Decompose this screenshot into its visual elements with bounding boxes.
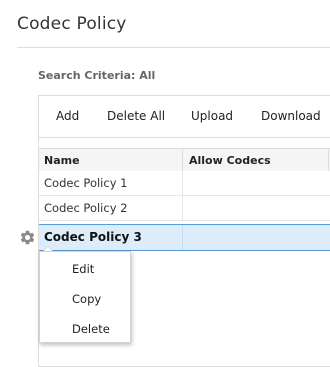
menu-caret xyxy=(44,247,52,251)
delete-all-button[interactable]: Delete All xyxy=(107,109,165,123)
column-divider xyxy=(182,225,183,250)
menu-item-delete[interactable]: Delete xyxy=(40,314,130,342)
menu-item-copy[interactable]: Copy xyxy=(40,284,130,312)
column-divider xyxy=(182,149,183,171)
table-row-selected[interactable]: Codec Policy 3 xyxy=(39,224,330,251)
search-criteria-label: Search Criteria: All xyxy=(38,69,156,82)
table-header: Name Allow Codecs xyxy=(39,148,330,172)
column-header-name[interactable]: Name xyxy=(44,154,80,167)
table-row[interactable]: Codec Policy 2 xyxy=(39,196,330,221)
download-button[interactable]: Download xyxy=(261,109,321,123)
column-divider xyxy=(182,196,183,220)
upload-button[interactable]: Upload xyxy=(191,109,233,123)
row-action-menu: Edit Copy Delete xyxy=(39,251,131,343)
menu-item-label: Delete xyxy=(72,322,110,336)
menu-item-label: Copy xyxy=(72,292,102,306)
cell-name: Codec Policy 2 xyxy=(44,201,128,215)
column-header-allow-codecs[interactable]: Allow Codecs xyxy=(189,154,271,167)
cell-name: Codec Policy 3 xyxy=(44,230,142,244)
add-button[interactable]: Add xyxy=(56,109,79,123)
cell-name: Codec Policy 1 xyxy=(44,176,128,190)
title-divider xyxy=(17,47,330,48)
gear-icon[interactable] xyxy=(19,229,36,246)
table-row[interactable]: Codec Policy 1 xyxy=(39,171,330,196)
menu-item-edit[interactable]: Edit xyxy=(40,254,130,282)
toolbar: Add Delete All Upload Download xyxy=(39,96,330,138)
menu-item-label: Edit xyxy=(72,262,95,276)
page-title: Codec Policy xyxy=(17,14,127,34)
column-divider xyxy=(328,149,329,171)
column-divider xyxy=(182,171,183,195)
